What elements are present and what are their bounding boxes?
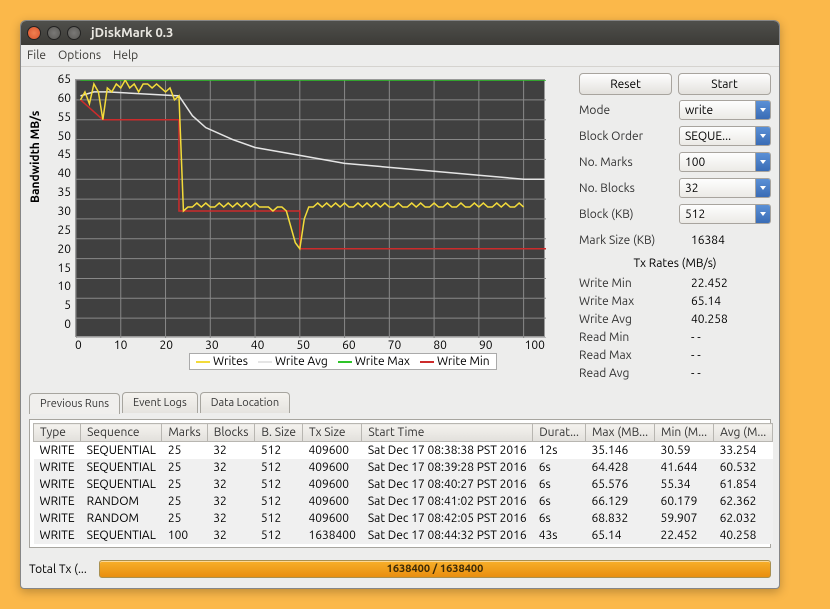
- progress-bar: 1638400 / 1638400: [99, 560, 771, 578]
- col-header[interactable]: Min (M...: [655, 424, 714, 442]
- col-header[interactable]: Type: [34, 424, 81, 442]
- side-panel: Reset Start Mode write Block Order SEQUE..…: [579, 73, 771, 382]
- tx-rates-header: Tx Rates (MB/s): [579, 257, 771, 270]
- y-axis-ticks: 65605550454035302520151050: [49, 73, 71, 337]
- col-header[interactable]: B. Size: [255, 424, 303, 442]
- application-window: jDiskMark 0.3 File Options Help Bandwidt…: [20, 20, 780, 589]
- table-row[interactable]: WRITESEQUENTIAL2532512409600Sat Dec 17 0…: [34, 459, 773, 476]
- blocks-select[interactable]: 32: [679, 178, 771, 198]
- col-header[interactable]: Tx Size: [302, 424, 361, 442]
- progress-text: 1638400 / 1638400: [387, 563, 484, 575]
- mode-select[interactable]: write: [679, 100, 771, 120]
- mark-size-label: Mark Size (KB): [579, 234, 655, 247]
- tabstrip: Previous Runs Event Logs Data Location: [29, 392, 771, 413]
- col-header[interactable]: Sequence: [81, 424, 162, 442]
- menubar: File Options Help: [21, 45, 779, 67]
- col-header[interactable]: Start Time: [362, 424, 533, 442]
- tab-event-logs[interactable]: Event Logs: [122, 392, 198, 413]
- marks-select[interactable]: 100: [679, 152, 771, 172]
- minimize-icon[interactable]: [47, 26, 61, 40]
- tab-data-location[interactable]: Data Location: [200, 392, 290, 413]
- menu-file[interactable]: File: [27, 49, 46, 62]
- table-row[interactable]: WRITESEQUENTIAL2532512409600Sat Dec 17 0…: [34, 442, 773, 460]
- block-kb-select[interactable]: 512: [679, 204, 771, 224]
- read-max-value: - -: [691, 349, 771, 362]
- blocks-label: No. Blocks: [579, 182, 635, 195]
- write-avg-value: 40.258: [691, 313, 771, 326]
- start-button[interactable]: Start: [678, 73, 771, 95]
- col-header[interactable]: Marks: [162, 424, 207, 442]
- write-min-value: 22.452: [691, 277, 771, 290]
- mode-label: Mode: [579, 104, 610, 117]
- chart-panel: Bandwidth MB/s 6560555045403530252015105…: [29, 73, 569, 382]
- table-row[interactable]: WRITERANDOM2532512409600Sat Dec 17 08:41…: [34, 493, 773, 510]
- col-header[interactable]: Blocks: [207, 424, 255, 442]
- mark-size-value: 16384: [691, 234, 771, 247]
- col-header[interactable]: Max (MB...: [585, 424, 654, 442]
- write-max-value: 65.14: [691, 295, 771, 308]
- marks-label: No. Marks: [579, 156, 633, 169]
- col-header[interactable]: Avg (M...: [714, 424, 773, 442]
- footer: Total Tx (... 1638400 / 1638400: [29, 560, 771, 578]
- runs-table: TypeSequenceMarksBlocksB. SizeTx SizeSta…: [33, 423, 773, 544]
- total-tx-label: Total Tx (...: [29, 563, 91, 576]
- reset-button[interactable]: Reset: [579, 73, 672, 95]
- block-kb-label: Block (KB): [579, 208, 634, 221]
- menu-help[interactable]: Help: [113, 49, 138, 62]
- col-header[interactable]: Durat...: [533, 424, 586, 442]
- block-order-select[interactable]: SEQUE...: [679, 126, 771, 146]
- table-row[interactable]: WRITESEQUENTIAL100325121638400Sat Dec 17…: [34, 527, 773, 544]
- tab-previous-runs[interactable]: Previous Runs: [29, 393, 120, 414]
- chart-plot-area: [75, 79, 545, 337]
- chart-legend: Writes Write Avg Write Max Write Min: [189, 353, 497, 370]
- titlebar[interactable]: jDiskMark 0.3: [21, 21, 779, 45]
- block-order-label: Block Order: [579, 130, 643, 143]
- x-axis-ticks: 0102030405060708090100: [75, 339, 545, 352]
- table-row[interactable]: WRITESEQUENTIAL2532512409600Sat Dec 17 0…: [34, 476, 773, 493]
- menu-options[interactable]: Options: [58, 49, 101, 62]
- read-avg-value: - -: [691, 367, 771, 380]
- window-title: jDiskMark 0.3: [91, 26, 173, 40]
- maximize-icon[interactable]: [67, 26, 81, 40]
- read-min-value: - -: [691, 331, 771, 344]
- y-axis-label: Bandwidth MB/s: [29, 111, 42, 203]
- runs-table-panel: TypeSequenceMarksBlocksB. SizeTx SizeSta…: [29, 419, 771, 548]
- table-row[interactable]: WRITERANDOM2532512409600Sat Dec 17 08:42…: [34, 510, 773, 527]
- close-icon[interactable]: [27, 26, 41, 40]
